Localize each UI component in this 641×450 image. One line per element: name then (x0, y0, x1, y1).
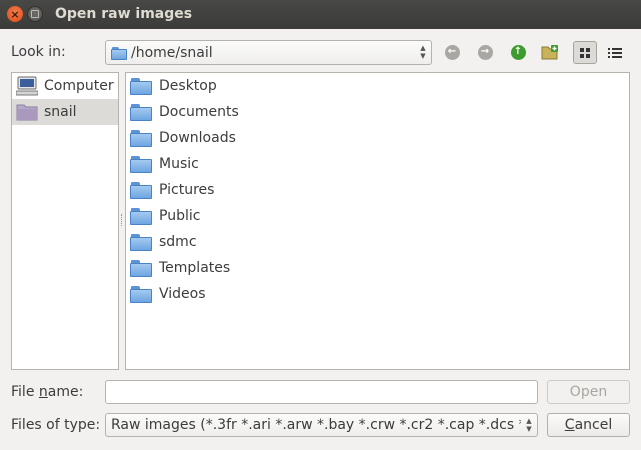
look-in-label: Look in: (11, 44, 66, 60)
close-icon: × (10, 7, 20, 21)
create-new-folder-button[interactable] (540, 42, 560, 62)
folder-icon (130, 77, 152, 95)
list-view-icon (608, 47, 622, 58)
list-item[interactable]: Templates (126, 255, 629, 281)
parent-directory-button[interactable]: ↑ (508, 42, 528, 62)
file-list: Desktop Documents Downloads Music Pictur… (125, 72, 630, 370)
icon-view-icon (580, 47, 590, 58)
close-window-button[interactable]: × (7, 6, 23, 22)
list-item[interactable]: Pictures (126, 177, 629, 203)
list-item[interactable]: Public (126, 203, 629, 229)
forward-button[interactable]: → (475, 42, 495, 62)
files-of-type-label: Files of type: (11, 417, 101, 433)
file-type-combo[interactable]: Raw images (*.3fr *.ari *.arw *.bay *.cr… (105, 413, 538, 437)
cancel-button[interactable]: Cancel (547, 413, 630, 437)
back-button[interactable]: ← (442, 42, 462, 62)
folder-icon (130, 207, 152, 225)
look-in-path: /home/snail (131, 44, 213, 61)
folder-icon (130, 259, 152, 277)
list-item[interactable]: sdmc (126, 229, 629, 255)
folder-icon (130, 129, 152, 147)
folder-icon (130, 155, 152, 173)
up-arrow-icon: ↑ (510, 44, 526, 60)
detail-view-button[interactable] (603, 41, 627, 64)
list-item[interactable]: Downloads (126, 125, 629, 151)
list-item[interactable]: Desktop (126, 73, 629, 99)
forward-arrow-icon: → (477, 44, 493, 60)
file-name-label: File name: (11, 384, 84, 400)
folder-icon (130, 233, 152, 251)
file-type-value: Raw images (*.3fr *.ari *.arw *.bay *.cr… (111, 417, 521, 433)
list-item[interactable]: Music (126, 151, 629, 177)
computer-icon (16, 76, 38, 96)
places-sidebar: Computer snail (11, 72, 119, 370)
minimize-window-button[interactable] (27, 6, 43, 22)
file-name-input[interactable] (105, 380, 538, 404)
new-folder-icon (541, 45, 558, 60)
sidebar-item-snail[interactable]: snail (12, 99, 118, 125)
icon-view-button[interactable] (573, 41, 597, 64)
folder-icon (130, 103, 152, 121)
folder-icon (111, 46, 127, 60)
sidebar-item-label: Computer (44, 78, 114, 94)
combo-arrows-icon: ▲ ▼ (526, 417, 532, 433)
look-in-combo[interactable]: /home/snail ▲ ▼ (105, 40, 432, 65)
sidebar-item-label: snail (44, 104, 77, 120)
back-arrow-icon: ← (444, 44, 460, 60)
list-item[interactable]: Documents (126, 99, 629, 125)
folder-icon (130, 285, 152, 303)
open-button[interactable]: Open (547, 380, 630, 404)
window-title: Open raw images (55, 6, 193, 22)
title-bar: × Open raw images (0, 0, 641, 29)
combo-arrows-icon: ▲ ▼ (420, 44, 426, 60)
list-item[interactable]: Videos (126, 281, 629, 307)
home-folder-icon (16, 104, 38, 121)
folder-icon (130, 181, 152, 199)
sidebar-item-computer[interactable]: Computer (12, 73, 118, 99)
